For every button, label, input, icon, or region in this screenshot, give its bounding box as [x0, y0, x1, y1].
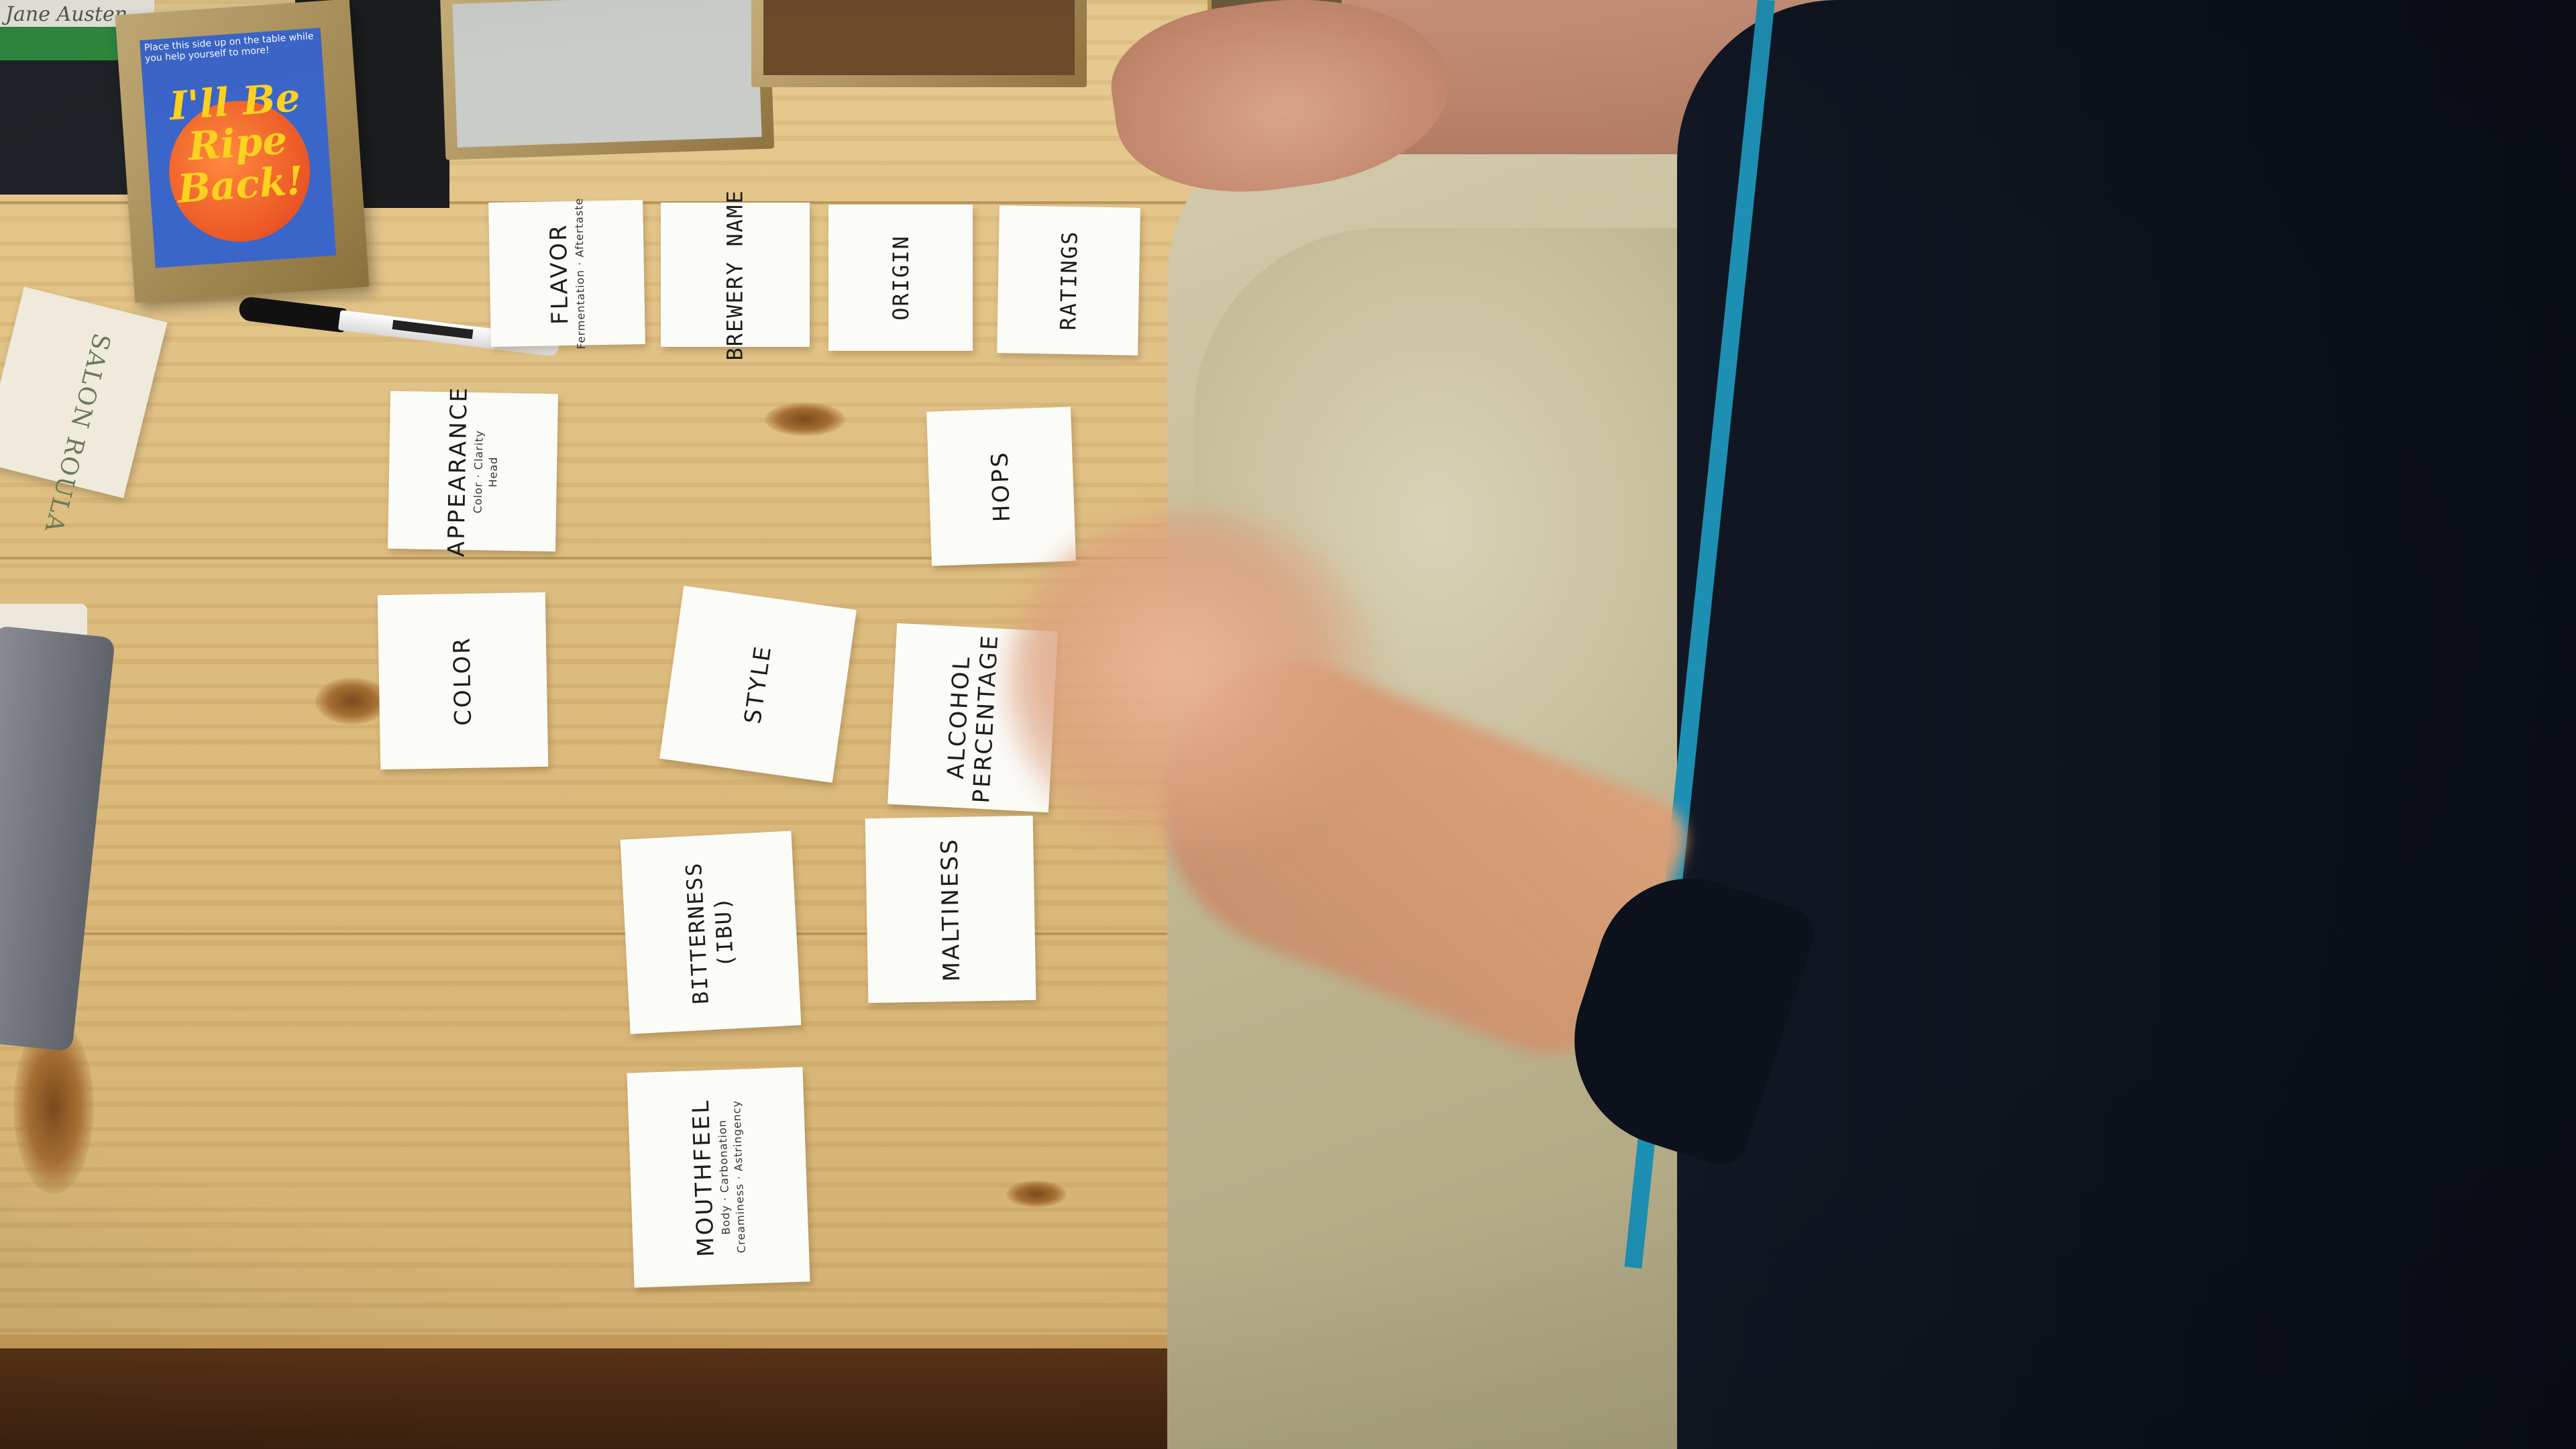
card-title: STYLE — [739, 643, 777, 726]
card-subtitle-2: Head — [486, 455, 500, 488]
card-text: STYLE — [739, 643, 777, 726]
card-ratings[interactable]: RATINGS — [997, 205, 1140, 356]
card-text: COLOR — [449, 636, 477, 726]
card-text: FLAVOR Fermentation · Aftertaste — [545, 197, 589, 350]
wood-knot — [1006, 1181, 1067, 1208]
picture-frame — [439, 0, 775, 160]
card-title: FLAVOR — [545, 222, 574, 325]
mini-poster-frame: Place this side up on the table while yo… — [115, 0, 370, 303]
card-color[interactable]: COLOR — [377, 592, 549, 770]
card-title: APPEARANCE — [443, 385, 474, 557]
card-title: COLOR — [448, 635, 478, 727]
poster-note: Place this side up on the table while yo… — [144, 31, 314, 64]
card-style[interactable]: STYLE — [659, 586, 857, 783]
card-hops[interactable]: HOPS — [926, 407, 1076, 566]
card-title: ORIGIN — [888, 235, 914, 321]
card-title: BITTERNESS — [680, 861, 714, 1006]
mini-poster: Place this side up on the table while yo… — [140, 28, 337, 268]
card-text: RATINGS — [1055, 230, 1083, 331]
card-maltiness[interactable]: MALTINESS — [865, 815, 1036, 1004]
moving-hand — [1006, 510, 1382, 859]
frame-photo — [763, 0, 1075, 75]
card-bitterness[interactable]: BITTERNESS (IBU) — [620, 830, 802, 1034]
card-title: HOPS — [986, 450, 1016, 523]
person-dark-cardigan — [1677, 0, 2576, 1449]
card-title: RATINGS — [1055, 230, 1083, 331]
photo-scene: Jane Austen Place this side up on the ta… — [0, 0, 2576, 1449]
card-subtitle: Color · Clarity — [471, 429, 486, 513]
wood-knot — [315, 678, 389, 724]
book-title: Jane Austen — [5, 3, 128, 26]
card-text: ALCOHOL PERCENTAGE — [941, 631, 1004, 804]
card-text: APPEARANCE Color · Clarity Head — [443, 385, 502, 557]
frame-photo — [452, 0, 762, 148]
card-text: MALTINESS — [936, 837, 965, 981]
card-text: HOPS — [987, 450, 1016, 523]
card-flavor[interactable]: FLAVOR Fermentation · Aftertaste — [488, 197, 645, 350]
card-text: BREWERY NAME — [722, 189, 749, 360]
picture-frame — [751, 0, 1087, 87]
card-mouthfeel[interactable]: MOUTHFEEL Body · Carbonation Creaminess … — [627, 1067, 810, 1288]
card-title: MALTINESS — [936, 837, 965, 982]
card-text: BITTERNESS (IBU) — [680, 860, 741, 1006]
floor — [0, 1348, 1208, 1449]
card-title: BREWERY NAME — [722, 189, 748, 361]
card-subtitle: Fermentation · Aftertaste — [572, 197, 588, 350]
table-edge — [0, 1335, 1208, 1348]
card-brewery-name[interactable]: BREWERY NAME — [661, 189, 810, 360]
card-text: ORIGIN — [888, 235, 914, 321]
card-title-2: (IBU) — [709, 895, 739, 969]
card-origin[interactable]: ORIGIN — [828, 205, 973, 351]
wood-knot — [765, 402, 845, 436]
card-appearance[interactable]: APPEARANCE Color · Clarity Head — [387, 385, 559, 557]
card-text: MOUTHFEEL Body · Carbonation Creaminess … — [688, 1097, 749, 1257]
poster-slogan: I'll Be Ripe Back! — [168, 74, 305, 212]
